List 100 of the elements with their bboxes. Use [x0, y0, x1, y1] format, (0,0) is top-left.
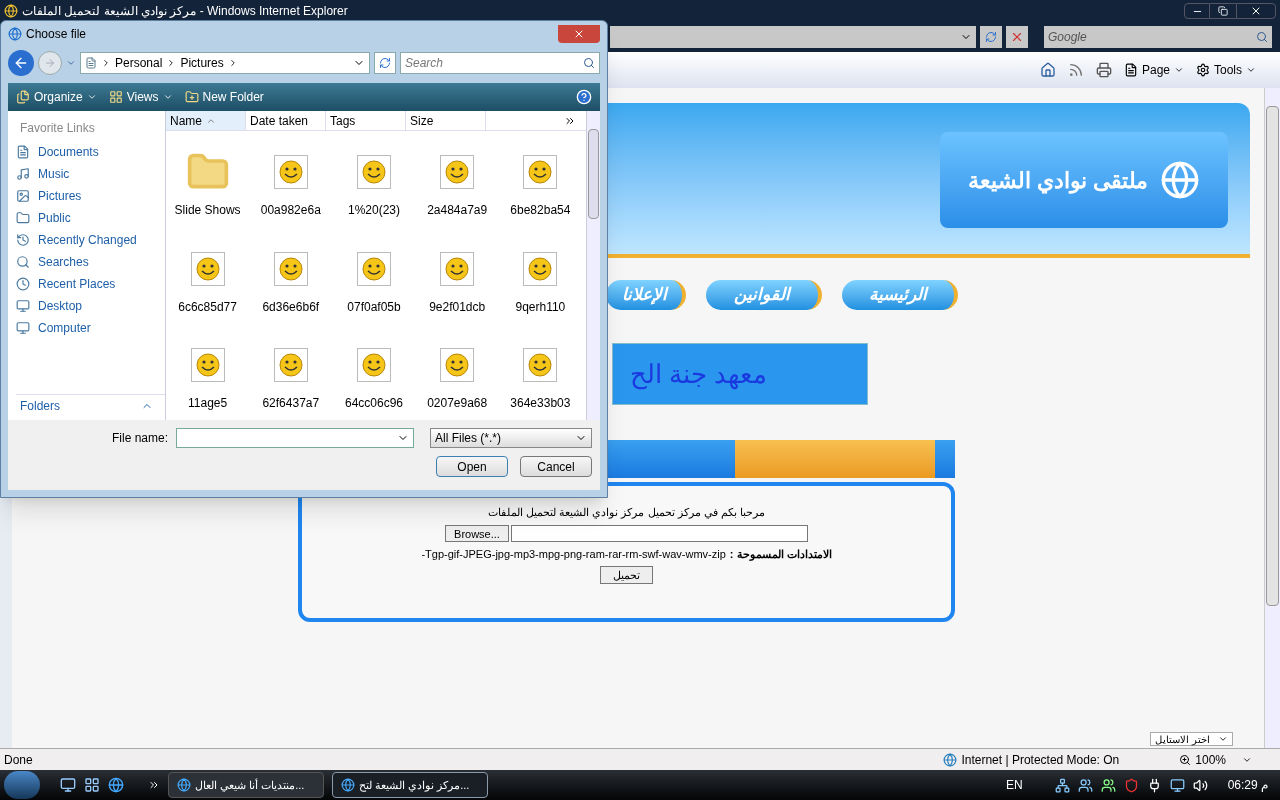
- file-name[interactable]: 6d36e6b6f: [262, 297, 320, 316]
- file-path-field[interactable]: [510, 524, 808, 542]
- favorite-link[interactable]: Searches: [16, 251, 165, 273]
- browser-icon[interactable]: [108, 777, 124, 793]
- status-text: Done: [4, 751, 33, 769]
- smiley-icon: [357, 251, 391, 286]
- breadcrumb-item[interactable]: Personal: [115, 54, 163, 72]
- breadcrumb-item[interactable]: Pictures: [180, 54, 224, 72]
- favorite-link[interactable]: Pictures: [16, 185, 165, 207]
- file-name[interactable]: Slide Shows: [174, 201, 241, 220]
- file-name[interactable]: 07f0af05b: [347, 297, 401, 316]
- style-dropdown[interactable]: اختر الاستايل: [1150, 732, 1233, 746]
- favorite-link[interactable]: Music: [16, 163, 165, 185]
- refresh-button[interactable]: [980, 26, 1002, 48]
- zoom-button[interactable]: 100%: [1179, 750, 1252, 769]
- favorite-link[interactable]: Recent Places: [16, 273, 165, 295]
- folder-icon: [16, 211, 30, 225]
- dialog-title: Choose file: [26, 26, 87, 43]
- page-menu[interactable]: Page: [1123, 61, 1184, 79]
- smiley-icon: [273, 348, 308, 382]
- search-icon: [583, 57, 595, 69]
- browser-icon: [177, 778, 191, 792]
- pane-heading: Favorite Links: [19, 120, 96, 137]
- favorite-link[interactable]: Computer: [16, 317, 165, 339]
- address-field[interactable]: Personal Pictures: [80, 52, 370, 74]
- zone-text: Internet | Protected Mode: On: [961, 751, 1120, 769]
- file-name-field[interactable]: [176, 428, 414, 448]
- toolbar-button[interactable]: Views: [108, 88, 173, 106]
- restore-button[interactable]: [1210, 3, 1236, 19]
- column-header[interactable]: Name: [166, 111, 246, 130]
- volume-icon[interactable]: [1192, 777, 1208, 793]
- file-name[interactable]: 6c6c85d77: [178, 297, 237, 316]
- restore-icon: [1218, 6, 1228, 16]
- smiley-icon: [357, 348, 391, 382]
- feed-icon[interactable]: [1067, 62, 1084, 78]
- users-icon[interactable]: [1100, 777, 1116, 793]
- smiley-icon: [440, 155, 475, 190]
- clock[interactable]: 06:29 م: [1227, 776, 1268, 794]
- picture-icon: [16, 189, 30, 203]
- dialog-button[interactable]: Cancel: [520, 456, 592, 477]
- page-icon: [1123, 63, 1138, 77]
- file-name[interactable]: 364e33b03: [510, 394, 571, 412]
- back-button[interactable]: [8, 50, 34, 76]
- file-name[interactable]: 11age5: [188, 394, 228, 412]
- file-name[interactable]: 1%20(23): [347, 201, 400, 220]
- shield-icon[interactable]: [1123, 777, 1139, 793]
- browse-button[interactable]: Browse...: [445, 524, 509, 542]
- gear-icon: [1196, 63, 1210, 77]
- dialog-button[interactable]: Open: [436, 456, 508, 477]
- favorite-link[interactable]: Public: [16, 207, 165, 229]
- stop-button[interactable]: [1006, 26, 1028, 48]
- language-indicator[interactable]: EN: [1005, 776, 1023, 794]
- extensions-text: -Tgp-gif-JPEG-jpg-mp3-mpg-png-ram-rar-rm-swf-wav-wmv-zip: [421, 546, 726, 562]
- file-name[interactable]: 9e2f01dcb: [429, 297, 486, 316]
- users-icon[interactable]: [1077, 777, 1093, 793]
- globe-icon: [1160, 160, 1201, 200]
- favorite-link[interactable]: Desktop: [16, 295, 165, 317]
- caret-icon: [162, 92, 173, 102]
- file-name[interactable]: 64cc06c96: [344, 394, 403, 412]
- home-icon[interactable]: [1039, 62, 1056, 78]
- monitor-icon: [16, 299, 30, 313]
- search-field[interactable]: Google: [1044, 26, 1272, 48]
- desktop-icon[interactable]: [60, 777, 76, 793]
- more-icon[interactable]: [148, 779, 160, 791]
- file-name[interactable]: 00a982e6a: [260, 201, 321, 220]
- grid-icon: [108, 90, 123, 104]
- file-name[interactable]: 62f6437a7: [262, 394, 320, 412]
- page-scrollbar[interactable]: [1264, 88, 1280, 748]
- printer-icon[interactable]: [1095, 62, 1112, 78]
- smiley-icon: [190, 348, 225, 382]
- search-icon: [16, 255, 30, 269]
- file-name[interactable]: 0207e9a68: [427, 394, 488, 412]
- file-name[interactable]: 9qerh110: [515, 297, 566, 316]
- refresh-icon: [379, 57, 391, 69]
- help-icon[interactable]: [576, 89, 592, 105]
- caret-icon: [1217, 734, 1228, 744]
- search-icon: [1256, 31, 1268, 43]
- smiley-icon: [190, 251, 225, 286]
- welcome-text: مرحبا بكم في مركز تحميل مركز نوادي الشيعة لتحميل الملفات: [488, 505, 765, 521]
- scrollbar[interactable]: [586, 111, 600, 420]
- search-placeholder: Google: [1048, 29, 1087, 46]
- favorite-link[interactable]: Documents: [16, 141, 165, 163]
- toolbar-button[interactable]: New Folder: [184, 88, 264, 106]
- monitor-icon[interactable]: [1169, 777, 1185, 793]
- upload-button[interactable]: تحميل: [600, 566, 653, 584]
- start-button[interactable]: [4, 771, 40, 799]
- file-name[interactable]: 2a484a7a9: [427, 201, 488, 220]
- file-type-dropdown[interactable]: All Files (*.*): [430, 428, 592, 448]
- refresh-button[interactable]: [374, 52, 396, 74]
- network-icon[interactable]: [1054, 777, 1070, 793]
- folders-toggle[interactable]: Folders: [16, 394, 165, 416]
- file-name[interactable]: 6be82ba54: [510, 201, 571, 220]
- tools-menu[interactable]: Tools: [1196, 61, 1256, 79]
- close-icon: [573, 28, 585, 40]
- toolbar-button[interactable]: Organize: [16, 88, 97, 106]
- windows-icon[interactable]: [84, 777, 100, 793]
- taskbar-button[interactable]: ...مركز نوادي الشيعة لتح: [332, 772, 488, 798]
- favorite-link[interactable]: Recently Changed: [16, 229, 165, 251]
- taskbar-button[interactable]: ...منتديات أنا شيعي العال: [168, 772, 324, 798]
- search-field[interactable]: Search: [400, 52, 600, 74]
